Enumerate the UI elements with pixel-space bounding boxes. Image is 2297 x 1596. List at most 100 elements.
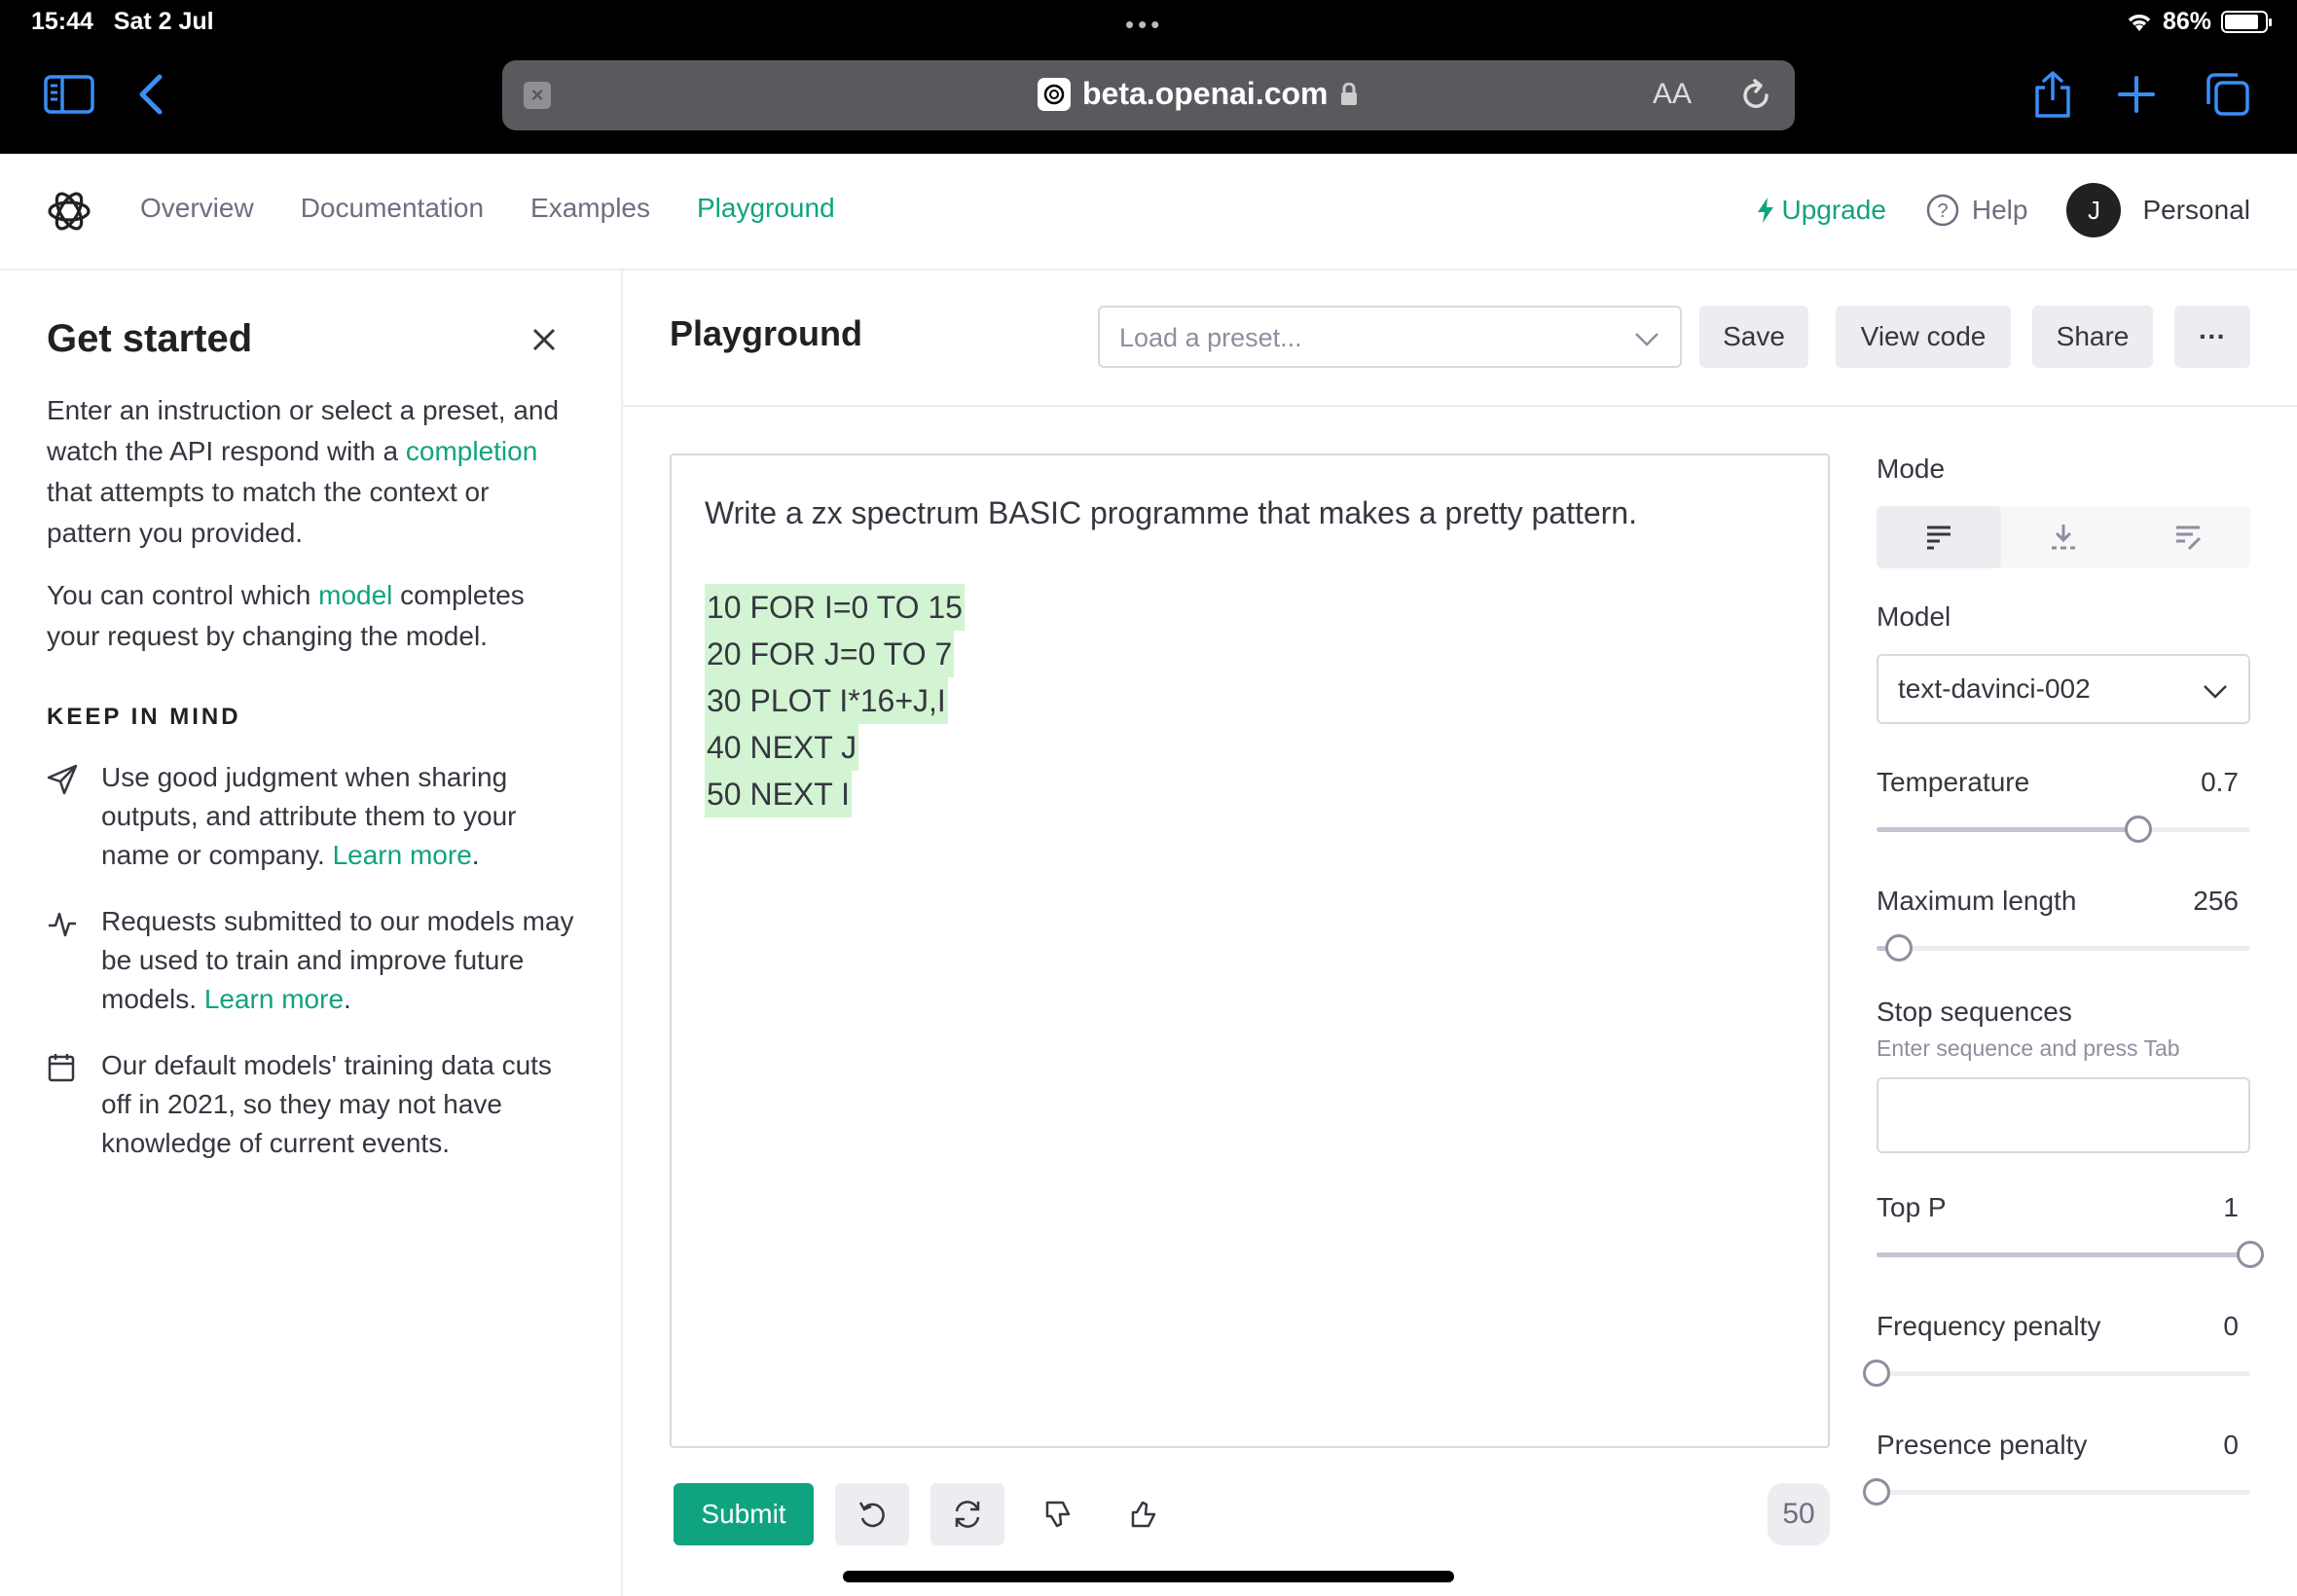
frequency-penalty-label: Frequency penalty 0 [1877,1311,2239,1341]
submit-button[interactable]: Submit [674,1483,814,1545]
editor-actions: Submit [674,1483,1176,1545]
account-name: Personal [2142,195,2250,225]
nav-documentation[interactable]: Documentation [301,193,484,224]
lock-icon [1340,82,1357,105]
share-sheet-icon[interactable] [2026,68,2079,121]
close-tab-icon[interactable]: × [524,82,551,109]
chevron-down-icon [1635,333,1659,346]
tip-item: Our default models' training data cuts o… [47,1046,574,1163]
model-text: You can control which model completes yo… [47,580,525,651]
help-circle-icon: ? [1926,194,1959,227]
tabs-overview-icon[interactable] [2202,68,2254,121]
completion-line: 40 NEXT J [705,724,859,771]
view-code-button[interactable]: View code [1836,306,2011,368]
token-count: 50 [1768,1483,1830,1545]
completion-output: 10 FOR I=0 TO 15 20 FOR J=0 TO 7 30 PLOT… [705,584,1795,817]
slider-handle[interactable] [2237,1241,2264,1268]
slider-handle[interactable] [1885,934,1914,961]
temperature-value: 0.7 [2201,767,2239,797]
reload-icon[interactable] [1738,78,1773,118]
app-navbar: Overview Documentation Examples Playgrou… [0,154,2297,271]
tip-item: Requests submitted to our models may be … [47,902,574,1019]
completion-link[interactable]: completion [406,436,537,466]
chevron-down-icon [2204,685,2227,699]
completion-line: 30 PLOT I*16+J,I [705,677,948,724]
battery-percent: 86% [2162,8,2211,35]
back-icon[interactable] [125,68,177,121]
slider-handle[interactable] [1863,1478,1890,1505]
reader-button[interactable]: AA [1653,78,1692,111]
stop-sequences-label: Stop sequences [1877,997,2072,1027]
stop-sequences-input[interactable] [1877,1077,2250,1153]
openai-logo-icon[interactable] [45,187,93,240]
frequency-penalty-value: 0 [2223,1311,2239,1341]
svg-text:?: ? [1937,200,1948,222]
preset-select[interactable]: Load a preset... [1098,306,1682,368]
send-icon [47,758,80,875]
account-menu[interactable]: J Personal [2066,183,2250,237]
edit-icon[interactable] [2126,506,2250,568]
max-length-label: Maximum length 256 [1877,886,2239,916]
prompt-editor[interactable]: Write a zx spectrum BASIC programme that… [670,453,1830,1448]
model-select[interactable]: text-davinci-002 [1877,654,2250,724]
top-p-label: Top P1 [1877,1192,2239,1222]
thumbs-up-icon[interactable] [1112,1483,1176,1545]
prompt-text: Write a zx spectrum BASIC programme that… [705,495,1637,530]
model-link[interactable]: model [318,580,392,610]
temperature-slider[interactable] [1877,816,2250,843]
regenerate-icon[interactable] [930,1483,1004,1545]
completion-line: 50 NEXT I [705,771,853,817]
undo-icon[interactable] [835,1483,909,1545]
complete-icon[interactable] [1877,506,2001,568]
more-options-button[interactable]: ··· [2174,306,2250,368]
save-button[interactable]: Save [1699,306,1808,368]
thumbs-down-icon[interactable] [1026,1483,1090,1545]
slider-handle[interactable] [2124,816,2152,843]
sidebar-toggle-icon[interactable] [43,68,95,121]
max-length-value: 256 [2193,886,2239,916]
mode-label: Mode [1877,453,1946,484]
stop-sequences-hint: Enter sequence and press Tab [1877,1035,2180,1061]
multitasking-dots-icon[interactable]: ••• [1125,10,1163,40]
share-button[interactable]: Share [2032,306,2153,368]
upgrade-link[interactable]: Upgrade [1756,195,1886,226]
slider-handle[interactable] [1863,1360,1890,1387]
max-length-slider[interactable] [1877,934,2250,961]
new-tab-icon[interactable] [2110,68,2163,121]
get-started-panel: Get started Enter an instruction or sele… [0,271,623,1596]
page-title: Playground [670,313,863,353]
top-p-slider[interactable] [1877,1241,2264,1268]
nav-examples[interactable]: Examples [530,193,650,224]
close-icon[interactable] [531,327,557,357]
nav-links: Overview Documentation Examples Playgrou… [140,193,835,224]
calendar-icon [47,1046,80,1163]
battery-icon [2221,11,2272,33]
tip-item: Use good judgment when sharing outputs, … [47,758,574,875]
insert-icon[interactable] [2001,506,2126,568]
nav-actions: Upgrade ? Help J Personal [1756,183,2250,237]
home-indicator[interactable] [843,1571,1454,1582]
nav-playground[interactable]: Playground [697,193,835,224]
wifi-icon [2128,14,2151,31]
presence-penalty-slider[interactable] [1863,1478,2250,1505]
learn-more-link[interactable]: Learn more [333,840,472,870]
site-favicon-icon [1038,77,1071,111]
top-p-value: 1 [2223,1192,2239,1222]
mode-selector [1877,506,2250,568]
status-time: 15:44 Sat 2 Jul [31,8,214,35]
address-bar[interactable]: × beta.openai.com AA [502,60,1795,130]
intro-text: Enter an instruction or select a preset,… [47,395,560,548]
presence-penalty-label: Presence penalty 0 [1877,1430,2239,1460]
model-label: Model [1877,601,1951,632]
learn-more-link[interactable]: Learn more [204,984,344,1014]
panel-title: Get started [47,317,253,360]
help-link[interactable]: ? Help [1925,193,2027,228]
bolt-icon [1758,198,1774,223]
presence-penalty-value: 0 [2223,1430,2239,1460]
status-indicators: 86% [2126,8,2272,36]
nav-overview[interactable]: Overview [140,193,254,224]
settings-panel: Mode Model text-davinci-002 Temperature 0… [1863,453,2264,1505]
frequency-penalty-slider[interactable] [1863,1360,2250,1387]
activity-icon [47,902,80,1019]
temperature-label: Temperature 0.7 [1877,767,2239,797]
